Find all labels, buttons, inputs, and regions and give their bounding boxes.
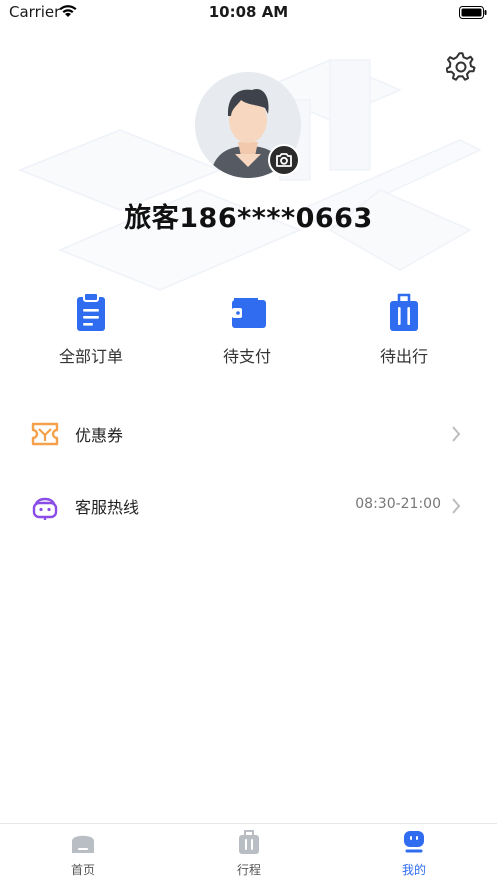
clock: 10:08 AM bbox=[208, 3, 289, 21]
tab-me-label: 我的 bbox=[401, 863, 426, 877]
username: 旅客186****0663 bbox=[124, 203, 373, 234]
trip-icon bbox=[239, 830, 259, 854]
chevron-right-icon bbox=[452, 498, 461, 514]
tab-me[interactable]: 我的 bbox=[331, 824, 497, 884]
coupons-label: 优惠券 bbox=[75, 426, 124, 445]
customer-service-label: 客服热线 bbox=[75, 498, 140, 517]
customer-service-row[interactable]: 客服热线 08:30-21:00 bbox=[0, 481, 497, 531]
service-hours: 08:30-21:00 bbox=[355, 496, 441, 512]
pending-payment-button[interactable]: 待支付 bbox=[192, 292, 302, 367]
all-orders-label: 全部订单 bbox=[58, 347, 123, 366]
tab-home-label: 首页 bbox=[70, 863, 95, 877]
headset-icon bbox=[32, 497, 58, 520]
all-orders-button[interactable]: 全部订单 bbox=[36, 292, 146, 367]
coupons-row[interactable]: 优惠券 bbox=[0, 409, 497, 459]
status-bar: Carrier 10:08 AM bbox=[0, 0, 497, 26]
change-avatar-camera-button[interactable] bbox=[268, 144, 300, 176]
camera-icon bbox=[276, 153, 292, 167]
clipboard-icon bbox=[77, 292, 105, 331]
coupon-icon bbox=[31, 422, 59, 446]
bottom-tab-bar: 首页 行程 我的 bbox=[0, 823, 497, 884]
pending-payment-label: 待支付 bbox=[222, 347, 271, 366]
tab-trips[interactable]: 行程 bbox=[166, 824, 332, 884]
settings-gear-icon[interactable] bbox=[446, 52, 476, 82]
chevron-right-icon bbox=[452, 426, 461, 442]
tab-trips-label: 行程 bbox=[236, 863, 261, 877]
tab-home[interactable]: 首页 bbox=[0, 824, 166, 884]
upcoming-trips-label: 待出行 bbox=[379, 347, 428, 366]
upcoming-trips-button[interactable]: 待出行 bbox=[349, 292, 459, 367]
luggage-icon bbox=[390, 293, 418, 331]
battery-icon bbox=[459, 6, 487, 19]
wallet-icon bbox=[232, 298, 266, 328]
home-icon bbox=[72, 835, 94, 853]
profile-icon bbox=[404, 831, 424, 853]
